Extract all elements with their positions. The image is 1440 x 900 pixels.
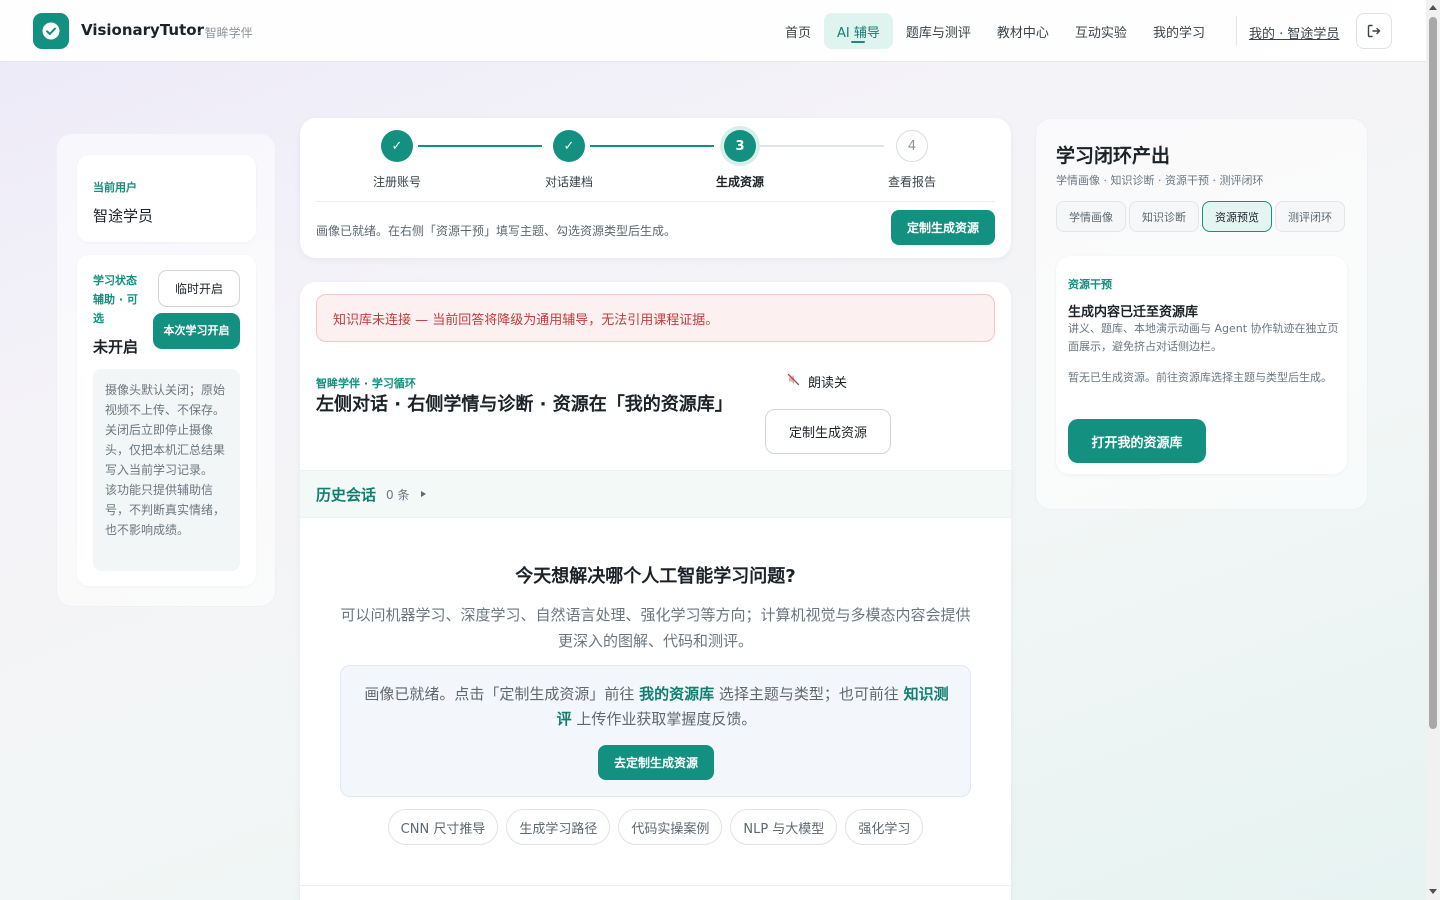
scroll-thumb[interactable] [1429,17,1437,729]
nav-divider [1236,16,1237,46]
suggestion-chip[interactable]: 生成学习路径 [506,809,611,845]
check-circle-icon[interactable] [33,13,69,49]
resource-intervention-desc: 讲义、题库、本地演示动画与 Agent 协作轨迹在独立页面展示，避免挤占对话侧边… [1068,322,1339,353]
temporary-enable-button[interactable]: 临时开启 [158,270,240,307]
step-register[interactable]: ✓ 注册账号 [342,130,452,190]
tab-knowledge-diagnosis[interactable]: 知识诊断 [1129,201,1199,232]
resource-intervention-card: 资源干预 生成内容已迁至资源库 讲义、题库、本地演示动画与 Agent 协作轨迹… [1056,256,1347,474]
chat-panel: 知识库未连接 — 当前回答将降级为通用辅导，无法引用课程证据。 智眸学伴 · 学… [300,282,1011,900]
page-scrollbar[interactable] [1426,0,1440,900]
study-assist-card: 学习状态辅助 · 可选 临时开启 本次学习开启 未开启 摄像头默认关闭；原始视频… [77,255,256,586]
profile-ready-text: 画像已就绪。点击「定制生成资源」前往 我的资源库 选择主题与类型；也可前往 知识… [357,682,956,732]
session-enable-button[interactable]: 本次学习开启 [153,313,240,349]
logout-button[interactable] [1356,13,1392,49]
step-number: 3 [724,130,756,162]
brand-name[interactable]: VisionaryTutor [81,21,204,39]
speaker-muted-icon [787,373,800,390]
info-text-part: 画像已就绪。点击「定制生成资源」前往 [364,685,640,703]
nav-item-question-bank[interactable]: 题库与测评 [893,13,984,49]
divider [316,201,995,202]
loop-output-title: 学习闭环产出 [1056,145,1171,167]
tab-resource-preview[interactable]: 资源预览 [1202,201,1272,232]
step-report[interactable]: 4 查看报告 [857,130,967,190]
my-resources-link[interactable]: 我的资源库 [639,685,714,703]
resource-intervention-title: 生成内容已迁至资源库 [1068,305,1199,320]
current-user-name: 智途学员 [93,207,154,225]
resource-empty-text: 暂无已生成资源。前往资源库选择主题与类型后生成。 [1068,371,1332,384]
open-my-resources-button[interactable]: 打开我的资源库 [1068,419,1206,463]
nav-item-home[interactable]: 首页 [772,13,824,49]
user-profile-link[interactable]: 我的 · 智途学员 [1249,23,1339,42]
current-user-label: 当前用户 [93,181,137,194]
study-assist-title: 学习状态辅助 · 可选 [93,274,138,325]
tab-learning-profile[interactable]: 学情画像 [1056,201,1126,232]
top-header: VisionaryTutor · 智眸学伴 首页 AI 辅导 题库与测评 教材中… [0,0,1426,62]
chat-title: 左侧对话 · 右侧学情与诊断 · 资源在「我的资源库」 [316,394,733,415]
main-nav: 首页 AI 辅导 题库与测评 教材中心 互动实验 我的学习 [772,13,1218,49]
info-text-part: 选择主题与类型；也可前往 [714,685,904,703]
suggestion-chip[interactable]: 代码实操案例 [618,809,723,845]
nav-item-experiments[interactable]: 互动实验 [1062,13,1140,49]
expand-arrow-icon [421,491,427,497]
nav-item-ai-tutor[interactable]: AI 辅导 [824,13,893,49]
step-profile[interactable]: ✓ 对话建档 [514,130,624,190]
history-title: 历史会话 [316,485,377,504]
read-aloud-label: 朗读关 [808,376,848,391]
tab-assessment-loop[interactable]: 测评闭环 [1275,201,1345,232]
scroll-up-arrow-icon[interactable] [1429,5,1437,10]
current-user-card: 当前用户 智途学员 [77,155,256,242]
loop-output-subtitle: 学情画像 · 知识诊断 · 资源干预 · 测评闭环 [1056,174,1264,187]
go-custom-generate-button[interactable]: 去定制生成资源 [598,745,714,780]
knowledge-base-alert: 知识库未连接 — 当前回答将降级为通用辅导，无法引用课程证据。 [316,294,995,342]
history-sessions-toggle[interactable]: 历史会话 0 条 [300,470,1011,518]
nav-item-my-learning[interactable]: 我的学习 [1140,13,1218,49]
info-text-part: 上传作业获取掌握度反馈。 [571,710,757,728]
step-done-check-icon: ✓ [553,130,585,162]
brand-subtitle: · 智眸学伴 [197,26,253,40]
step-number: 4 [896,130,928,162]
welcome-title: 今天想解决哪个人工智能学习问题? [515,566,796,587]
camera-privacy-note: 摄像头默认关闭；原始视频不上传、不保存。关闭后立即停止摄像头，仅把本机汇总结果写… [93,369,240,571]
chat-tag: 智眸学伴 · 学习循环 [316,377,416,390]
custom-generate-outline-button[interactable]: 定制生成资源 [765,409,891,454]
suggestion-chip[interactable]: CNN 尺寸推导 [387,809,499,845]
step-generate[interactable]: 3 生成资源 [685,130,795,190]
suggestion-chip[interactable]: 强化学习 [845,809,924,845]
welcome-subtitle: 可以问机器学习、深度学习、自然语言处理、强化学习等方向；计算机视觉与多模态内容会… [340,606,971,650]
profile-ready-box: 画像已就绪。点击「定制生成资源」前往 我的资源库 选择主题与类型；也可前往 知识… [340,665,971,797]
step-label: 查看报告 [887,175,936,189]
right-sidebar: 学习闭环产出 学情画像 · 知识诊断 · 资源干预 · 测评闭环 学情画像 知识… [1035,118,1368,510]
history-count: 0 条 [386,487,410,502]
loop-output-tabs: 学情画像 知识诊断 资源预览 测评闭环 [1056,201,1345,232]
stepper-message: 画像已就绪。在右侧「资源干预」填写主题、勾选资源类型后生成。 [316,224,677,238]
resource-intervention-label: 资源干预 [1068,278,1112,291]
step-label: 生成资源 [715,175,764,189]
suggestion-chip[interactable]: NLP 与大模型 [730,809,838,845]
study-assist-status: 未开启 [93,338,139,356]
step-done-check-icon: ✓ [381,130,413,162]
nav-item-textbooks[interactable]: 教材中心 [984,13,1062,49]
suggestion-chips: CNN 尺寸推导 生成学习路径 代码实操案例 NLP 与大模型 强化学习 [300,809,1011,845]
scroll-down-arrow-icon[interactable] [1429,889,1437,894]
step-label: 注册账号 [372,175,421,189]
custom-generate-button[interactable]: 定制生成资源 [891,210,995,245]
read-aloud-toggle[interactable]: 朗读关 [787,372,847,391]
progress-stepper-card: ✓ 注册账号 ✓ 对话建档 3 生成资源 4 查看报告 画像已就绪。在右侧「资源… [300,118,1011,258]
logout-icon [1367,24,1381,38]
divider [300,885,1011,886]
step-label: 对话建档 [544,175,593,189]
left-sidebar: 当前用户 智途学员 学习状态辅助 · 可选 临时开启 本次学习开启 未开启 摄像… [56,133,276,607]
